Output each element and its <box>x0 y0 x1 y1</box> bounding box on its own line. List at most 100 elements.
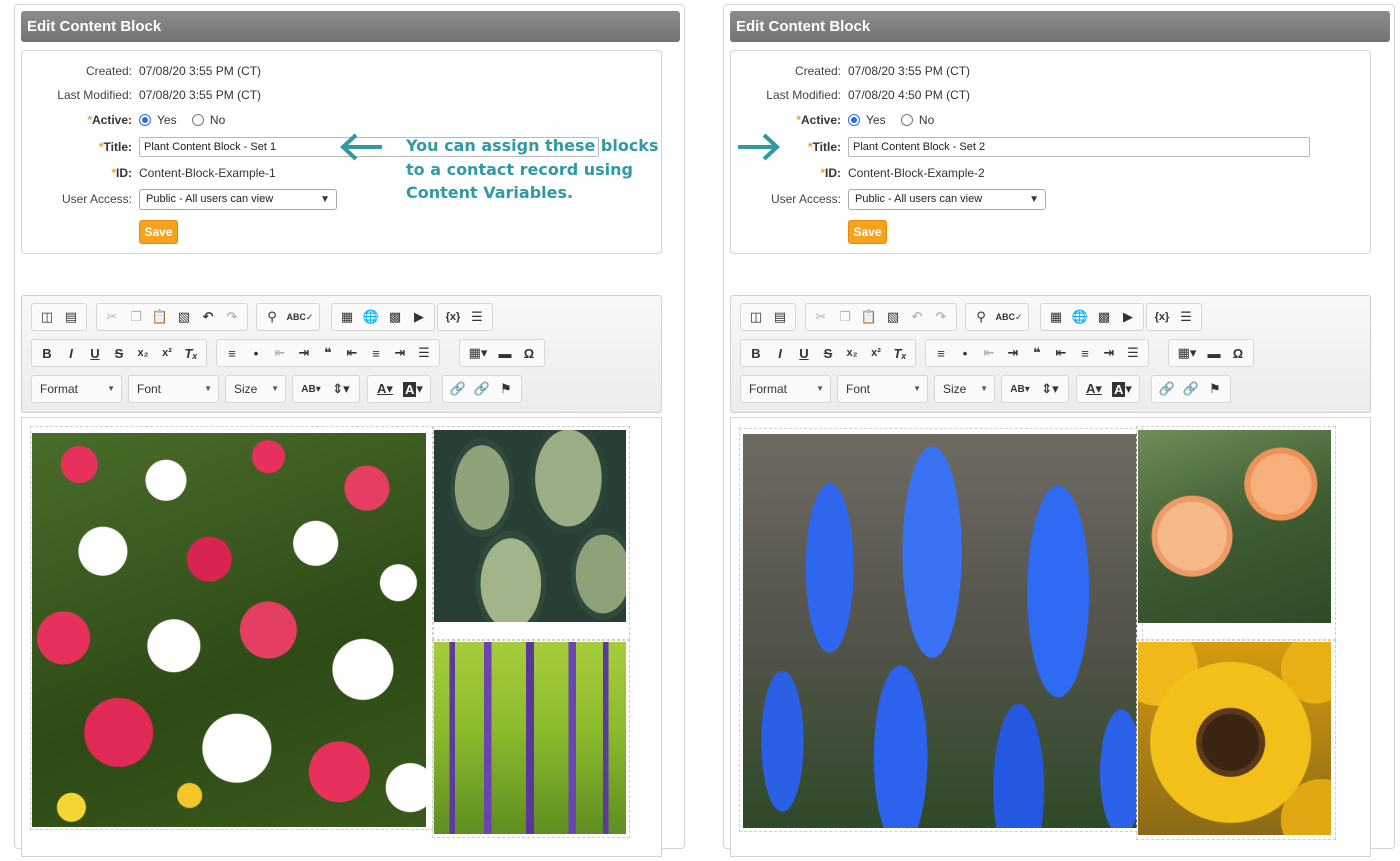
numbered-list-icon[interactable]: ≡ <box>220 342 244 364</box>
background-color-icon[interactable]: A ▾ <box>399 378 427 400</box>
underline-icon[interactable]: U <box>83 342 107 364</box>
bulleted-list-icon[interactable]: • <box>953 342 977 364</box>
special-char-icon[interactable]: Ω <box>1226 342 1250 364</box>
editor-content-area[interactable] <box>21 417 662 857</box>
daisy-field-photo[interactable] <box>32 433 426 827</box>
italic-icon[interactable]: I <box>768 342 792 364</box>
youtube-icon[interactable]: ▶ <box>1116 306 1140 328</box>
variable-icon[interactable]: {x} <box>1150 306 1174 328</box>
background-color-icon[interactable]: A ▾ <box>1108 378 1136 400</box>
bold-icon[interactable]: B <box>744 342 768 364</box>
format-dropdown[interactable]: Format ▼ <box>740 375 831 403</box>
list-block-icon[interactable]: ☰ <box>1174 306 1198 328</box>
text-color-icon[interactable]: A▾ <box>371 378 399 400</box>
redo-icon[interactable]: ↷ <box>220 306 244 328</box>
document-icon[interactable]: ▤ <box>59 306 83 328</box>
strikethrough-icon[interactable]: S <box>107 342 131 364</box>
image-icon[interactable]: ▦ <box>335 306 359 328</box>
letter-spacing-icon[interactable]: AB▾ <box>1005 378 1035 400</box>
table-icon[interactable]: ▦▾ <box>463 342 493 364</box>
align-justify-icon[interactable]: ☰ <box>1121 342 1145 364</box>
user-access-select[interactable]: Public - All users can view ▼ <box>139 189 337 210</box>
size-dropdown[interactable]: Size ▼ <box>225 375 286 403</box>
source-icon[interactable]: ◫ <box>744 306 768 328</box>
editor-content-area[interactable] <box>730 417 1371 857</box>
horizontal-rule-icon[interactable]: ▬ <box>1202 342 1226 364</box>
undo-icon[interactable]: ↶ <box>905 306 929 328</box>
align-right-icon[interactable]: ⇥ <box>1097 342 1121 364</box>
subscript-icon[interactable]: x₂ <box>840 342 864 364</box>
align-justify-icon[interactable]: ☰ <box>412 342 436 364</box>
undo-icon[interactable]: ↶ <box>196 306 220 328</box>
flash-icon[interactable]: ▩ <box>383 306 407 328</box>
font-dropdown[interactable]: Font ▼ <box>128 375 219 403</box>
hosta-leaves-photo[interactable] <box>434 430 626 622</box>
strikethrough-icon[interactable]: S <box>816 342 840 364</box>
document-icon[interactable]: ▤ <box>768 306 792 328</box>
copy-icon[interactable]: ❐ <box>833 306 857 328</box>
active-yes-radio[interactable] <box>848 114 860 126</box>
lavender-photo[interactable] <box>434 642 626 834</box>
user-access-select[interactable]: Public - All users can view ▼ <box>848 189 1046 210</box>
save-button[interactable]: Save <box>848 220 887 244</box>
link-icon[interactable]: 🔗 <box>1155 378 1179 400</box>
unlink-icon[interactable]: 🔗 <box>1179 378 1203 400</box>
youtube-icon[interactable]: ▶ <box>407 306 431 328</box>
spellcheck-icon[interactable]: ABC✓ <box>284 306 316 328</box>
image-icon[interactable]: ▦ <box>1044 306 1068 328</box>
anchor-flag-icon[interactable]: ⚑ <box>1203 378 1227 400</box>
paste-text-icon[interactable]: ▧ <box>881 306 905 328</box>
spellcheck-icon[interactable]: ABC✓ <box>993 306 1025 328</box>
link-icon[interactable]: 🔗 <box>446 378 470 400</box>
unlink-icon[interactable]: 🔗 <box>470 378 494 400</box>
align-center-icon[interactable]: ≡ <box>364 342 388 364</box>
align-left-icon[interactable]: ⇤ <box>340 342 364 364</box>
globe-icon[interactable]: 🌐 <box>359 306 383 328</box>
line-height-icon[interactable]: ⇕▾ <box>326 378 356 400</box>
globe-icon[interactable]: 🌐 <box>1068 306 1092 328</box>
variable-icon[interactable]: {x} <box>441 306 465 328</box>
active-yes-radio[interactable] <box>139 114 151 126</box>
save-button[interactable]: Save <box>139 220 178 244</box>
search-icon[interactable]: ⚲ <box>260 306 284 328</box>
indent-icon[interactable]: ⇥ <box>292 342 316 364</box>
bold-icon[interactable]: B <box>35 342 59 364</box>
anchor-flag-icon[interactable]: ⚑ <box>494 378 518 400</box>
bulleted-list-icon[interactable]: • <box>244 342 268 364</box>
outdent-icon[interactable]: ⇤ <box>977 342 1001 364</box>
text-color-icon[interactable]: A▾ <box>1080 378 1108 400</box>
remove-format-icon[interactable]: Tₓ <box>179 342 203 364</box>
outdent-icon[interactable]: ⇤ <box>268 342 292 364</box>
redo-icon[interactable]: ↷ <box>929 306 953 328</box>
align-right-icon[interactable]: ⇥ <box>388 342 412 364</box>
source-icon[interactable]: ◫ <box>35 306 59 328</box>
title-input[interactable]: Plant Content Block - Set 2 <box>848 137 1310 157</box>
letter-spacing-icon[interactable]: AB▾ <box>296 378 326 400</box>
list-block-icon[interactable]: ☰ <box>465 306 489 328</box>
sunflower-photo[interactable] <box>1138 642 1331 835</box>
active-no-radio[interactable] <box>191 114 204 126</box>
orange-roses-photo[interactable] <box>1138 430 1331 623</box>
horizontal-rule-icon[interactable]: ▬ <box>493 342 517 364</box>
italic-icon[interactable]: I <box>59 342 83 364</box>
superscript-icon[interactable]: x² <box>864 342 888 364</box>
size-dropdown[interactable]: Size ▼ <box>934 375 995 403</box>
align-center-icon[interactable]: ≡ <box>1073 342 1097 364</box>
line-height-icon[interactable]: ⇕▾ <box>1035 378 1065 400</box>
indent-icon[interactable]: ⇥ <box>1001 342 1025 364</box>
copy-icon[interactable]: ❐ <box>124 306 148 328</box>
align-left-icon[interactable]: ⇤ <box>1049 342 1073 364</box>
blockquote-icon[interactable]: ❝ <box>1025 342 1049 364</box>
paste-icon[interactable]: 📋 <box>148 306 172 328</box>
subscript-icon[interactable]: x₂ <box>131 342 155 364</box>
numbered-list-icon[interactable]: ≡ <box>929 342 953 364</box>
superscript-icon[interactable]: x² <box>155 342 179 364</box>
cut-icon[interactable]: ✂ <box>100 306 124 328</box>
font-dropdown[interactable]: Font ▼ <box>837 375 928 403</box>
format-dropdown[interactable]: Format ▼ <box>31 375 122 403</box>
remove-format-icon[interactable]: Tₓ <box>888 342 912 364</box>
special-char-icon[interactable]: Ω <box>517 342 541 364</box>
table-icon[interactable]: ▦▾ <box>1172 342 1202 364</box>
search-icon[interactable]: ⚲ <box>969 306 993 328</box>
paste-icon[interactable]: 📋 <box>857 306 881 328</box>
